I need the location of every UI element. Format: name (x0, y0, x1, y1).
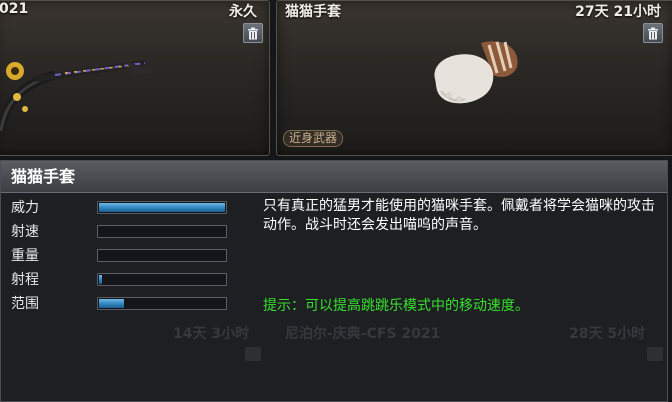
item-name: 猫猫手套 (285, 4, 341, 20)
bg-item-duration: 14天 3小时 (173, 326, 250, 342)
stat-label: 射程 (11, 272, 39, 288)
stat-row-area: 范围 (1, 291, 251, 315)
stat-fill (99, 298, 124, 308)
stat-fill (99, 202, 225, 212)
bg-item-duration-right: 28天 5小时 (569, 326, 646, 342)
weapon-image (0, 60, 155, 132)
bg-trash-icon (245, 347, 261, 361)
item-name: 021 (0, 1, 29, 17)
stat-row-firerate: 射速 (1, 219, 251, 243)
stat-bar (97, 272, 227, 286)
weapon-category-badge: 近身武器 (283, 130, 344, 147)
bg-item-name: 尼泊尔-庆典-CFS 2021 (285, 326, 441, 342)
item-card-right[interactable]: 猫猫手套 27天 21小时 近身武器 (276, 0, 672, 156)
stat-label: 威力 (11, 200, 39, 216)
stat-bar (97, 248, 227, 262)
item-duration: 永久 (229, 4, 257, 20)
stats-panel: 威力 射速 重量 射程 范围 (1, 195, 251, 315)
delete-button[interactable] (243, 23, 263, 43)
item-hint: 提示：可以提高跳跳乐模式中的移动速度。 (263, 298, 529, 314)
stat-row-weight: 重量 (1, 243, 251, 267)
stat-bar (97, 296, 227, 310)
stat-bar (97, 200, 227, 214)
item-duration: 27天 21小时 (575, 4, 661, 20)
stat-label: 范围 (11, 296, 39, 312)
delete-button[interactable] (643, 23, 663, 43)
trash-icon (248, 27, 258, 39)
stat-fill (99, 274, 102, 284)
tooltip-title: 猫猫手套 (1, 161, 667, 193)
trash-icon (648, 27, 658, 39)
glove-image (434, 41, 518, 104)
stat-label: 射速 (11, 224, 39, 240)
item-card-left[interactable]: 021 永久 (0, 0, 270, 156)
stat-bar (97, 224, 227, 238)
stat-row-range: 射程 (1, 267, 251, 291)
item-tooltip: 猫猫手套 14天 3小时 尼泊尔-庆典-CFS 2021 28天 5小时 威力 … (0, 160, 668, 402)
bg-trash-icon (647, 347, 663, 361)
stat-row-power: 威力 (1, 195, 251, 219)
item-description: 只有真正的猛男才能使用的猫咪手套。佩戴者将学会猫咪的攻击动作。战斗时还会发出喵呜… (263, 198, 655, 233)
stat-label: 重量 (11, 248, 39, 264)
